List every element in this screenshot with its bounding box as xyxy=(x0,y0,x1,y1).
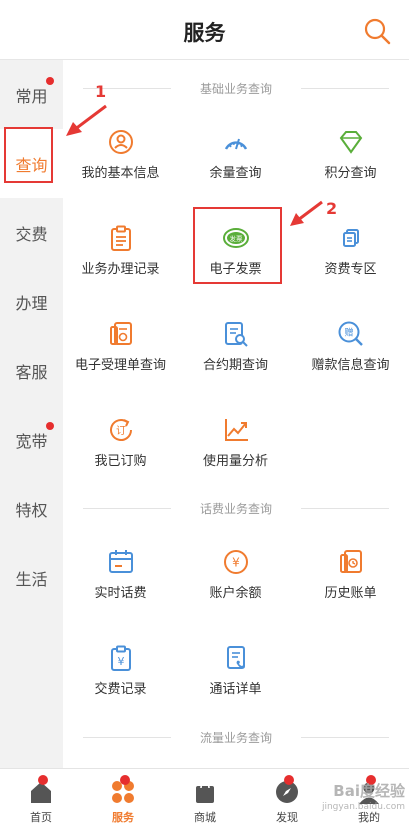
search-icon[interactable] xyxy=(363,17,391,45)
grid-item-label: 余量查询 xyxy=(209,166,262,181)
grid-item-usage-analysis[interactable]: 使用量分析 xyxy=(178,416,293,506)
gift-icon-glyph: 赠 xyxy=(344,327,353,339)
tab-home[interactable]: 首页 xyxy=(0,769,82,838)
grid-item-balance-query[interactable]: 余量查询 xyxy=(178,128,293,218)
grid-item-contract-query[interactable]: 合约期查询 xyxy=(178,320,293,410)
sidebar-item-customer-service[interactable]: 客服 xyxy=(0,336,63,405)
sidebar-item-common[interactable]: 常用 xyxy=(0,60,63,129)
yuan-icon-glyph: ¥ xyxy=(232,556,240,570)
sidebar-item-label: 生活 xyxy=(15,569,48,589)
grid-item-label: 积分查询 xyxy=(324,166,377,181)
grid-item-label: 交费记录 xyxy=(94,682,147,697)
notification-dot xyxy=(284,775,294,785)
notification-dot xyxy=(46,422,54,430)
grid-item-tariff-zone[interactable]: 资费专区 xyxy=(293,224,408,314)
sidebar-item-label: 客服 xyxy=(15,362,48,382)
service-content: 基础业务查询 我的基本信息 余量查询 积分查询 业务办理记录 发票 电子发票 资… xyxy=(63,60,409,768)
sidebar-item-label: 宽带 xyxy=(15,431,48,451)
document-search-icon xyxy=(225,322,248,347)
payment-icon-glyph: ¥ xyxy=(118,655,125,668)
grid-item-label: 通话详单 xyxy=(209,682,262,697)
clipboard-icon xyxy=(111,225,131,251)
cards-icon xyxy=(343,229,359,247)
bill-history-icon xyxy=(340,550,362,573)
section-title-bill: 话费业务查询 xyxy=(63,500,409,517)
grid-item-label: 我已订购 xyxy=(94,454,147,469)
payment-record-icon: ¥ xyxy=(111,645,131,671)
grid-item-label: 历史账单 xyxy=(324,586,377,601)
grid-item-label: 赠款信息查询 xyxy=(311,358,390,373)
highlight-box-e-invoice xyxy=(193,207,282,284)
grid-item-history-bill[interactable]: 历史账单 xyxy=(293,548,408,638)
calendar-icon xyxy=(109,550,133,573)
grid-item-label: 资费专区 xyxy=(324,262,377,277)
sidebar-item-broadband[interactable]: 宽带 xyxy=(0,405,63,474)
sidebar-item-label: 特权 xyxy=(15,500,48,520)
notification-dot xyxy=(120,775,130,785)
subscribed-icon: 订 xyxy=(110,419,132,441)
sidebar-item-pay[interactable]: 交费 xyxy=(0,198,63,267)
highlight-box-query xyxy=(4,127,53,183)
sidebar-item-life[interactable]: 生活 xyxy=(0,543,63,612)
grid-item-basic-info[interactable]: 我的基本信息 xyxy=(63,128,178,218)
sidebar-item-label: 交费 xyxy=(15,224,48,244)
section-title-data: 流量业务查询 xyxy=(63,729,409,746)
diamond-icon xyxy=(339,131,363,154)
tab-service[interactable]: 服务 xyxy=(82,769,164,838)
sidebar-item-privilege[interactable]: 特权 xyxy=(0,474,63,543)
tab-label: 首页 xyxy=(30,811,52,824)
gauge-icon xyxy=(224,138,248,150)
tab-mall[interactable]: 商城 xyxy=(164,769,246,838)
section-title-basic: 基础业务查询 xyxy=(63,80,409,97)
call-detail-icon xyxy=(227,646,245,669)
watermark: Bai度经验 jingyan.baidu.com xyxy=(322,780,405,812)
annotation-arrow-1 xyxy=(66,104,107,136)
sidebar-item-label: 常用 xyxy=(15,86,48,106)
grid-item-label: 电子受理单查询 xyxy=(74,358,166,373)
grid-item-subscribed[interactable]: 订 我已订购 xyxy=(63,416,178,506)
annotation-arrow-2 xyxy=(290,200,323,226)
grid-item-label: 实时话费 xyxy=(94,586,147,601)
header: 服务 xyxy=(0,0,409,60)
tab-discover[interactable]: 发现 xyxy=(246,769,328,838)
grid-item-account-balance[interactable]: ¥ 账户余额 xyxy=(178,548,293,638)
annotation-number-1: 1 xyxy=(95,82,107,101)
grid-item-realtime-fee[interactable]: 实时话费 xyxy=(63,548,178,638)
notification-dot xyxy=(46,77,54,85)
grid-item-label: 我的基本信息 xyxy=(81,166,160,181)
grid-item-call-detail[interactable]: 通话详单 xyxy=(178,644,293,734)
receipt-icon xyxy=(110,322,132,345)
grid-item-e-receipt-query[interactable]: 电子受理单查询 xyxy=(63,320,178,410)
grid-item-business-record[interactable]: 业务办理记录 xyxy=(63,224,178,314)
grid-item-label: 使用量分析 xyxy=(202,454,268,469)
tab-label: 服务 xyxy=(112,811,134,824)
gift-search-icon: 赠 xyxy=(338,321,363,346)
subscribed-icon-glyph: 订 xyxy=(116,425,126,437)
watermark-text: Bai度经验 xyxy=(333,782,405,800)
grid-item-gift-query[interactable]: 赠 赠款信息查询 xyxy=(293,320,408,410)
grid-item-payment-record[interactable]: ¥ 交费记录 xyxy=(63,644,178,734)
grid-item-label: 账户余额 xyxy=(209,586,262,601)
yuan-coin-icon: ¥ xyxy=(224,550,248,574)
grid-item-label: 合约期查询 xyxy=(202,358,268,373)
notification-dot xyxy=(38,775,48,785)
sidebar-item-handle[interactable]: 办理 xyxy=(0,267,63,336)
tab-label: 发现 xyxy=(276,811,298,824)
sidebar-item-label: 办理 xyxy=(15,293,48,313)
shopping-bag-icon xyxy=(196,782,214,803)
tab-label: 商城 xyxy=(194,811,216,824)
watermark-subtext: jingyan.baidu.com xyxy=(321,802,405,812)
page-title: 服务 xyxy=(183,21,226,45)
grid-item-label: 业务办理记录 xyxy=(81,262,160,277)
trend-chart-icon xyxy=(225,419,248,441)
